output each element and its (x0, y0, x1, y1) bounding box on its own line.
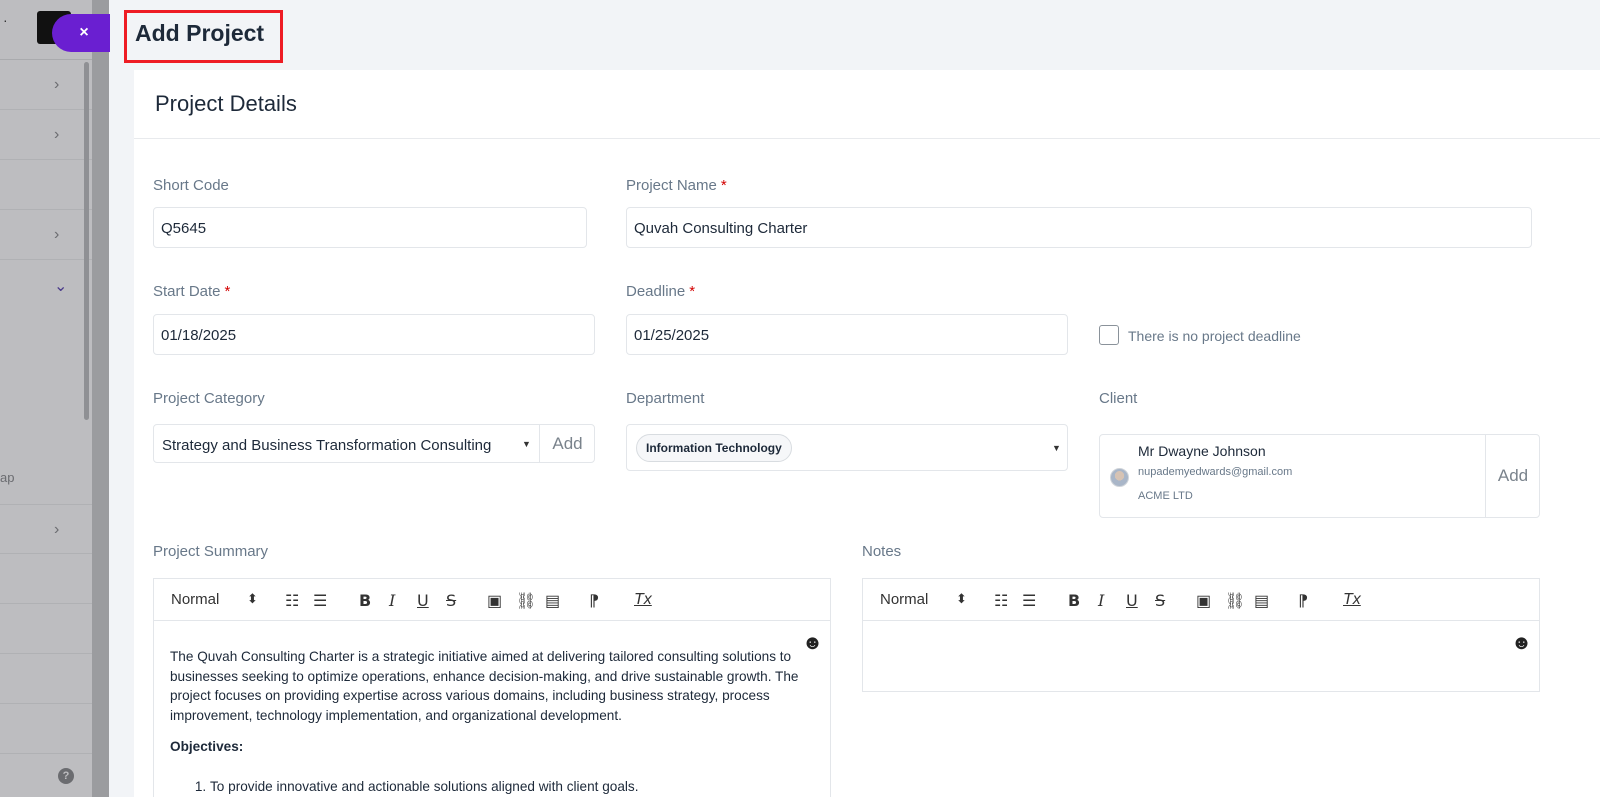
close-button[interactable]: × (52, 14, 110, 52)
notes-toolbar: Normal ⬍ ☷ ☰ B I U S ▣ ⛓ ▤ ⁋ Tx (863, 579, 1539, 621)
client-company: ACME LTD (1138, 490, 1193, 502)
sidebar-item-2[interactable]: › (0, 110, 92, 160)
project-name-label-text: Project Name (626, 177, 717, 194)
short-code-label: Short Code (153, 177, 229, 194)
clean-format-icon[interactable]: Tx (634, 591, 652, 609)
card-title: Project Details (155, 91, 297, 116)
department-chip[interactable]: Information Technology (636, 434, 792, 462)
project-name-label: Project Name * (626, 177, 727, 194)
sidebar-item-6[interactable]: › (0, 504, 92, 554)
strike-icon[interactable]: S (446, 591, 456, 610)
bold-icon[interactable]: B (359, 591, 371, 610)
sidebar: · › › › ⌄ ap › ? (0, 0, 92, 797)
notes-editor[interactable]: Normal ⬍ ☷ ☰ B I U S ▣ ⛓ ▤ ⁋ Tx ☻ (862, 578, 1540, 692)
rtl-direction-icon[interactable]: ⁋ (1298, 591, 1308, 611)
chevron-right-icon: › (54, 126, 60, 143)
client-select[interactable]: Mr Dwayne Johnson nupademyedwards@gmail.… (1099, 434, 1540, 518)
department-label: Department (626, 390, 705, 407)
link-icon[interactable]: ⛓ (1225, 591, 1245, 611)
sidebar-item-10[interactable] (0, 704, 92, 754)
sidebar-edge (92, 0, 109, 797)
summary-content[interactable]: The Quvah Consulting Charter is a strate… (170, 647, 810, 796)
objectives-heading: Objectives: (170, 739, 244, 754)
italic-icon[interactable]: I (1098, 591, 1104, 610)
objective-item: To provide innovative and actionable sol… (210, 777, 810, 797)
bullet-list-icon[interactable]: ☰ (1022, 591, 1036, 611)
deadline-label-text: Deadline (626, 283, 686, 300)
underline-icon[interactable]: U (417, 591, 429, 610)
deadline-label: Deadline * (626, 283, 695, 300)
sidebar-item-5[interactable]: ⌄ (0, 260, 92, 460)
dropdown-caret-icon: ▼ (1052, 443, 1061, 453)
objectives-list: To provide innovative and actionable sol… (170, 777, 810, 797)
page-title: Add Project (135, 20, 265, 46)
summary-toolbar: Normal ⬍ ☷ ☰ B I U S ▣ ⛓ ▤ ⁋ Tx (154, 579, 830, 621)
underline-icon[interactable]: U (1126, 591, 1138, 610)
ordered-list-icon[interactable]: ☷ (285, 591, 299, 611)
strike-icon[interactable]: S (1155, 591, 1165, 610)
chevron-right-icon: › (54, 76, 60, 93)
client-avatar (1110, 468, 1129, 487)
chevron-right-icon: › (54, 521, 60, 538)
add-category-button[interactable]: Add (539, 425, 595, 462)
start-date-label: Start Date * (153, 283, 230, 300)
sidebar-partial-label: ap (0, 470, 15, 485)
dropdown-caret-icon: ▼ (522, 439, 531, 449)
summary-paragraph: The Quvah Consulting Charter is a strate… (170, 649, 799, 723)
format-arrow-icon[interactable]: ⬍ (247, 591, 258, 607)
no-deadline-checkbox[interactable] (1099, 325, 1119, 345)
sidebar-scrollbar[interactable] (84, 62, 89, 420)
required-mark: * (720, 177, 727, 194)
department-select[interactable]: Information Technology ▼ (626, 424, 1068, 471)
project-summary-label: Project Summary (153, 543, 269, 560)
project-name-input[interactable]: Quvah Consulting Charter (626, 207, 1532, 248)
no-deadline-label: There is no project deadline (1128, 328, 1301, 344)
chevron-right-icon: › (54, 226, 60, 243)
chevron-down-icon: ⌄ (54, 278, 68, 295)
short-code-label-text: Short Code (153, 177, 229, 194)
sidebar-dot: · (3, 12, 8, 28)
bullet-list-icon[interactable]: ☰ (313, 591, 327, 611)
ordered-list-icon[interactable]: ☷ (994, 591, 1008, 611)
sidebar-subitem[interactable]: ap (0, 470, 92, 500)
sidebar-item-8[interactable] (0, 604, 92, 654)
sidebar-item-9[interactable] (0, 654, 92, 704)
video-icon[interactable]: ▤ (545, 591, 560, 611)
card-header: Project Details (134, 70, 1600, 139)
client-label: Client (1099, 390, 1138, 407)
project-summary-editor[interactable]: Normal ⬍ ☷ ☰ B I U S ▣ ⛓ ▤ ⁋ Tx ☻ The Qu… (153, 578, 831, 797)
start-date-input[interactable]: 01/18/2025 (153, 314, 595, 355)
image-icon[interactable]: ▣ (1196, 591, 1211, 611)
image-icon[interactable]: ▣ (487, 591, 502, 611)
sidebar-item-3[interactable] (0, 160, 92, 210)
client-name: Mr Dwayne Johnson (1138, 443, 1266, 459)
emoji-icon[interactable]: ☻ (1511, 632, 1532, 655)
add-project-panel: Add Project Project Details Short Code Q… (109, 0, 1600, 797)
video-icon[interactable]: ▤ (1254, 591, 1269, 611)
rtl-direction-icon[interactable]: ⁋ (589, 591, 599, 611)
add-client-button[interactable]: Add (1485, 435, 1540, 517)
help-icon[interactable]: ? (58, 768, 74, 784)
link-icon[interactable]: ⛓ (516, 591, 536, 611)
required-mark: * (689, 283, 696, 300)
client-email: nupademyedwards@gmail.com (1138, 466, 1293, 478)
notes-label: Notes (862, 543, 902, 560)
project-category-value: Strategy and Business Transformation Con… (162, 437, 492, 454)
clean-format-icon[interactable]: Tx (1343, 591, 1361, 609)
short-code-input[interactable]: Q5645 (153, 207, 587, 248)
format-select[interactable]: Normal (171, 591, 219, 608)
project-category-label: Project Category (153, 390, 265, 407)
required-mark: * (224, 283, 231, 300)
sidebar-item-7[interactable] (0, 554, 92, 604)
start-date-label-text: Start Date (153, 283, 221, 300)
deadline-input[interactable]: 01/25/2025 (626, 314, 1068, 355)
bold-icon[interactable]: B (1068, 591, 1080, 610)
italic-icon[interactable]: I (389, 591, 395, 610)
sidebar-item-1[interactable]: › (0, 60, 92, 110)
format-arrow-icon[interactable]: ⬍ (956, 591, 967, 607)
format-select[interactable]: Normal (880, 591, 928, 608)
sidebar-item-4[interactable]: › (0, 210, 92, 260)
project-category-select[interactable]: Strategy and Business Transformation Con… (153, 424, 595, 463)
